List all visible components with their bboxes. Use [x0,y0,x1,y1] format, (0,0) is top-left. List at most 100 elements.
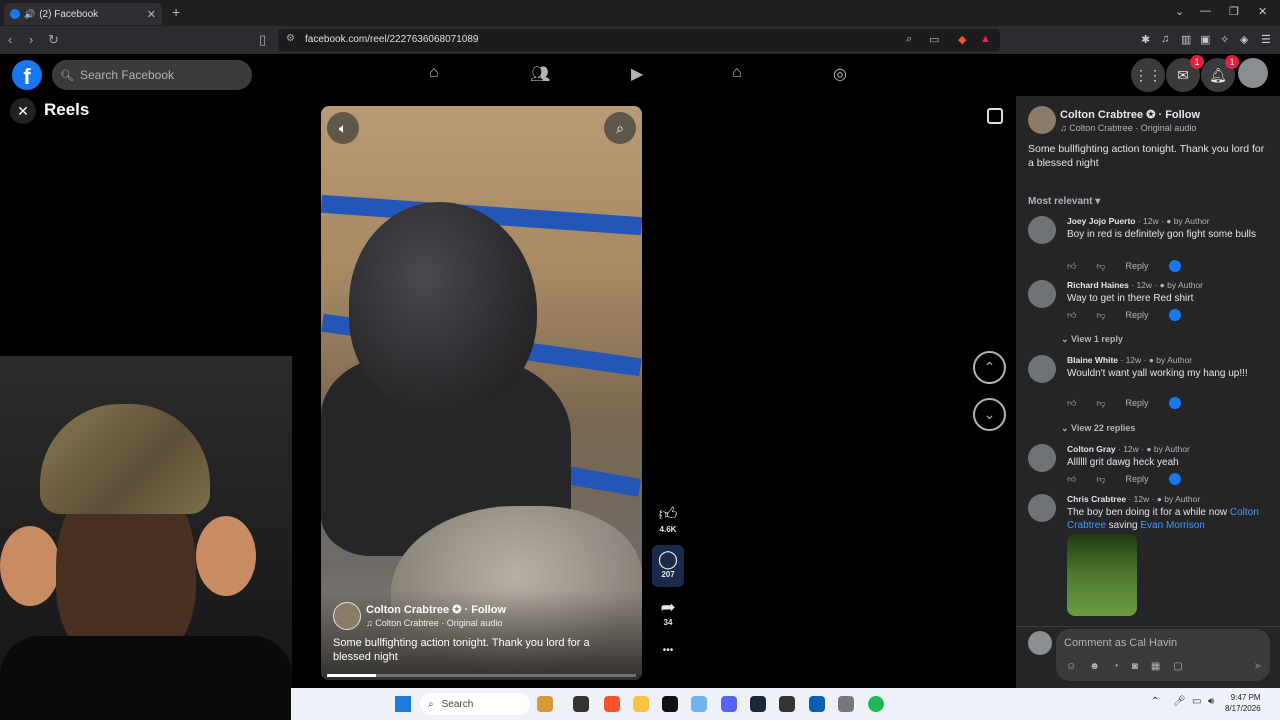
taskbar-search[interactable]: ⌕ Search [420,693,530,715]
search-icon[interactable]: ⌕ [604,112,636,144]
widgets-icon[interactable] [537,696,553,712]
panel-author-avatar[interactable] [1028,106,1056,134]
search-input[interactable]: 🔍︎ Search Facebook [52,60,252,90]
dislike-icon[interactable]: 👎︎ [1096,261,1105,272]
view-replies-button[interactable]: ⌄ View 22 replies [1061,423,1135,434]
like-icon[interactable]: 👍︎ [1067,398,1076,409]
wallet-icon[interactable]: ▣ [1200,33,1210,46]
spotify-icon[interactable] [868,696,884,712]
next-reel-button[interactable]: ⌄ [973,398,1006,431]
reply-button[interactable]: Reply [1126,261,1149,271]
brave-icon[interactable] [604,696,620,712]
sort-dropdown[interactable]: Most relevant ▾ [1028,196,1100,207]
new-tab-button[interactable]: + [172,4,180,20]
messenger-icon[interactable]: ✉ 1 [1166,55,1204,92]
forward-icon[interactable]: › [29,32,33,47]
bookmark-icon[interactable]: ▯ [259,32,266,48]
commenter-avatar[interactable] [1028,355,1056,383]
taskbar-clock[interactable]: 9:47 PM 8/17/2026 [1225,692,1261,714]
brave-shield-icon[interactable]: ◆ [958,33,966,46]
microphone-icon[interactable]: 🎤︎ [1173,696,1186,707]
split-view-icon[interactable] [987,108,1003,124]
home-icon[interactable]: ⌂ [429,64,439,82]
settings-icon[interactable] [838,696,854,712]
site-info-icon[interactable]: ⚙ [286,33,295,44]
reply-button[interactable]: Reply [1126,474,1149,484]
reel-video[interactable]: 🔈︎ ⌕ Colton Crabtree ✪ · Follow ♫ Colton… [321,106,642,680]
mention-link[interactable]: Evan Morrison [1140,520,1204,531]
author-avatar[interactable] [333,602,361,630]
zoom-icon[interactable]: ⌕ [906,33,912,46]
commenter-avatar[interactable] [1028,494,1056,522]
volume-icon[interactable]: 🔊︎ [1208,696,1214,707]
url-field[interactable]: ⚙ facebook.com/reel/2227636068071089 ⌕ ▭… [278,29,1000,51]
start-icon[interactable] [395,696,411,712]
video-audio[interactable]: ♫ Colton Crabtree · Original audio [366,618,502,628]
mute-icon[interactable]: 🔈︎ [327,112,359,144]
account-avatar[interactable] [1238,58,1268,88]
reply-button[interactable]: Reply [1126,398,1149,408]
comment-input[interactable]: Comment as Cal Havin ☺ ☻ ◔ ◙ ▦ ▢ ➤ [1056,629,1270,681]
task-view-icon[interactable] [573,696,589,712]
app-icon[interactable] [691,696,707,712]
speaker-icon[interactable]: 🔊 [24,9,35,20]
menu-icon[interactable]: ☰ [1261,33,1271,46]
reload-icon[interactable]: ↻ [48,32,59,48]
close-reels-button[interactable]: ✕ [10,98,36,124]
browser-tab[interactable]: 🔊 (2) Facebook ✕ [4,3,162,25]
sidebar-icon[interactable]: ▥ [1181,33,1191,46]
tab-search-icon[interactable]: ⌄ [1175,5,1184,18]
close-tab-icon[interactable]: ✕ [147,8,156,21]
commenter-avatar[interactable] [1028,444,1056,472]
more-options-button[interactable]: ••• [652,645,684,656]
menu-grid-icon[interactable]: ⋮⋮ [1131,58,1165,92]
commenter-avatar[interactable] [1028,280,1056,308]
extensions-icon[interactable]: ✱ [1141,33,1150,46]
panel-follow-button[interactable]: Follow [1165,109,1200,121]
camera-icon[interactable]: ◙ [1132,661,1138,672]
file-explorer-icon[interactable] [633,696,649,712]
avatar-sticker-icon[interactable]: ☺ [1066,661,1076,672]
reply-button[interactable]: Reply [1126,310,1149,320]
discord-icon[interactable] [721,696,737,712]
brave-rewards-icon[interactable]: ▲ [980,33,991,45]
dislike-icon[interactable]: 👎︎ [1096,310,1105,321]
smile-icon[interactable]: ◔ [1113,661,1119,672]
network-icon[interactable]: ▭ [1192,696,1201,707]
like-icon[interactable]: 👍︎ [1067,261,1076,272]
leo-icon[interactable]: ✧ [1220,33,1229,46]
monitor-app-icon[interactable] [809,696,825,712]
panel-audio[interactable]: ♫ Colton Crabtree · Original audio [1060,123,1196,133]
commenter-avatar[interactable] [1028,216,1056,244]
panel-author-name[interactable]: Colton Crabtree [1060,109,1143,121]
cast-icon[interactable]: ▭ [929,33,939,46]
vpn-icon[interactable]: ◈ [1240,33,1248,46]
marketplace-icon[interactable]: ⌂ [732,64,742,82]
close-window-icon[interactable]: ✕ [1258,5,1267,18]
obs-icon[interactable] [779,696,795,712]
comment-button[interactable]: ◯ 207 [652,545,684,587]
emoji-icon[interactable]: ☻ [1089,661,1100,672]
steam-icon[interactable] [750,696,766,712]
restore-icon[interactable]: ❐ [1229,5,1239,18]
tray-chevron-icon[interactable]: ⌃ [1151,696,1159,707]
send-icon[interactable]: ➤ [1254,661,1262,672]
friends-icon[interactable]: 👥︎ [530,64,550,84]
gif-icon[interactable]: ▦ [1151,661,1160,672]
groups-icon[interactable]: ◎ [833,64,847,84]
video-author-name[interactable]: Colton Crabtree [366,604,449,616]
video-author[interactable]: Colton Crabtree ✪ · Follow [366,603,506,616]
like-icon[interactable]: 👍︎ [1067,310,1076,321]
music-icon[interactable]: ♫ [1161,33,1169,45]
dislike-icon[interactable]: 👎︎ [1096,474,1105,485]
like-icon[interactable]: 👍︎ [1067,474,1076,485]
comment-photo[interactable] [1067,534,1137,616]
facebook-logo[interactable]: f [12,60,42,90]
dislike-icon[interactable]: 👎︎ [1096,398,1105,409]
minimize-icon[interactable]: — [1200,5,1211,17]
notifications-icon[interactable]: 🔔︎ 1 [1201,55,1239,92]
video-icon[interactable]: ▶ [631,64,643,84]
like-button[interactable]: 👍︎ 4.6K [652,503,684,534]
view-replies-button[interactable]: ⌄ View 1 reply [1061,334,1123,345]
capcut-icon[interactable] [662,696,678,712]
